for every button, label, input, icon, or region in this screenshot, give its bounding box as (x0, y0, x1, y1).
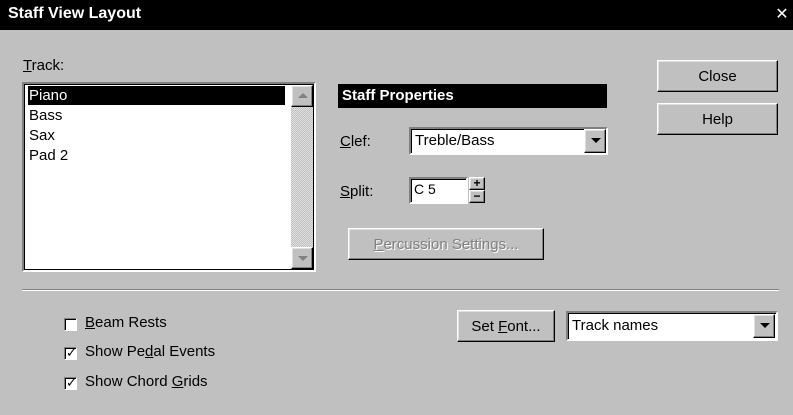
arrow-down-icon (298, 256, 308, 261)
show-chord-grids-label[interactable]: Show Chord Grids (85, 373, 208, 390)
close-button-label: Close (698, 68, 737, 85)
help-button-label: Help (702, 111, 733, 128)
list-item[interactable]: Pad 2 (28, 146, 285, 165)
track-label: Track: (23, 57, 65, 74)
clef-value: Treble/Bass (415, 132, 495, 149)
beam-rests-checkbox[interactable] (64, 318, 77, 331)
percussion-settings-button[interactable]: Percussion Settings... (348, 228, 544, 260)
split-input[interactable]: C 5 (409, 177, 468, 204)
window-title: Staff View Layout (8, 5, 142, 22)
title-bar[interactable]: Staff View Layout ✕ (0, 0, 793, 30)
set-font-label: Set Font... (471, 318, 541, 335)
help-button[interactable]: Help (657, 103, 778, 135)
spin-down-button[interactable]: − (469, 190, 485, 203)
show-pedal-events-label[interactable]: Show Pedal Events (85, 343, 215, 360)
show-pedal-events-checkbox[interactable]: ✓ (64, 345, 77, 360)
split-label: Split: (340, 183, 374, 200)
font-target-dropdown[interactable]: Track names (566, 311, 778, 341)
chevron-down-icon (760, 323, 770, 328)
scroll-down-button[interactable] (291, 247, 313, 269)
clef-dropdown[interactable]: Treble/Bass (409, 127, 608, 155)
beam-rests-label[interactable]: Beam Rests (85, 314, 167, 331)
track-listbox[interactable]: Piano Bass Sax Pad 2 (22, 82, 316, 272)
show-chord-grids-checkbox[interactable]: ✓ (64, 375, 77, 390)
arrow-up-icon (298, 93, 308, 98)
set-font-button[interactable]: Set Font... (457, 310, 555, 342)
checkmark-icon: ✓ (66, 375, 77, 390)
font-target-value: Track names (572, 317, 659, 334)
separator (22, 289, 779, 291)
split-spinner[interactable]: + − (469, 177, 485, 203)
close-button[interactable]: Close (657, 60, 778, 92)
list-item[interactable]: Sax (28, 126, 285, 145)
split-value: C 5 (414, 181, 436, 197)
clef-dropdown-button[interactable] (584, 129, 606, 153)
list-item[interactable]: Piano (28, 86, 285, 105)
scroll-up-button[interactable] (291, 85, 313, 107)
font-target-dropdown-button[interactable] (753, 314, 775, 338)
list-item[interactable]: Bass (28, 106, 285, 125)
chevron-down-icon (591, 138, 601, 143)
checkmark-icon: ✓ (66, 345, 77, 360)
staff-properties-header: Staff Properties (338, 84, 607, 108)
clef-label: Clef: (340, 133, 371, 150)
percussion-settings-label: Percussion Settings... (373, 236, 519, 253)
track-list-scrollbar[interactable] (291, 85, 313, 269)
close-icon[interactable]: ✕ (772, 5, 792, 25)
